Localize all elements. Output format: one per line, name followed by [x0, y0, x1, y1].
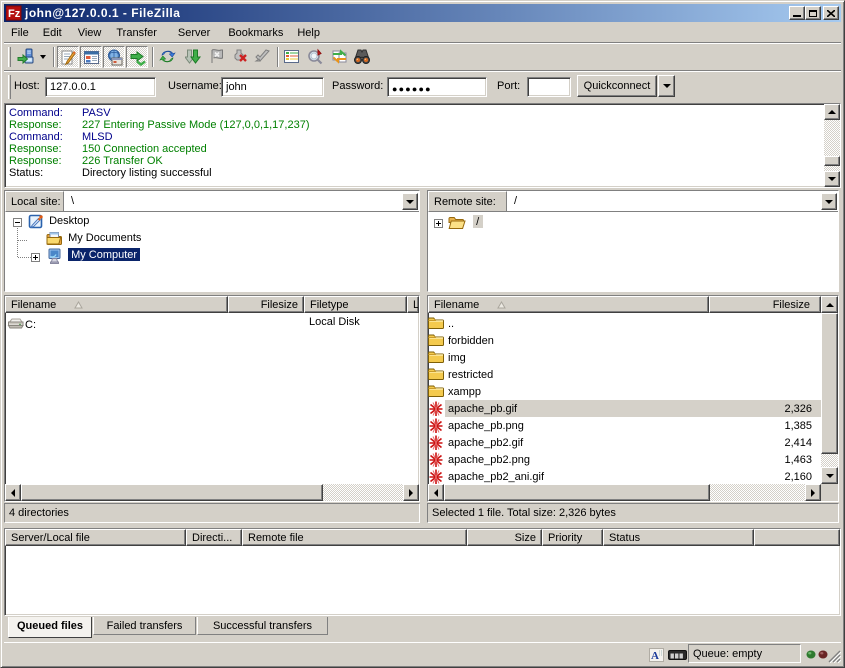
svg-text:A: A [651, 650, 659, 661]
svg-text:Fz: Fz [8, 8, 21, 20]
